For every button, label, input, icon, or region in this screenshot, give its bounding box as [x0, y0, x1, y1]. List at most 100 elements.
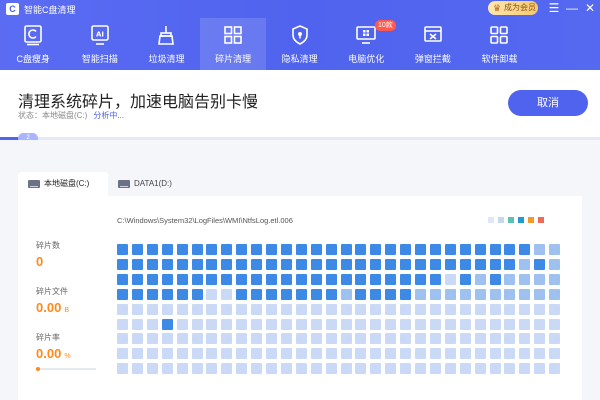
fragment-cell — [280, 303, 292, 315]
fragment-cell — [400, 348, 412, 360]
fragment-cell — [534, 333, 546, 345]
nav-label: 垃圾清理 — [148, 54, 185, 64]
fragment-cell — [385, 303, 397, 315]
fragment-cell — [385, 288, 397, 300]
nav-item-popup-block[interactable]: 弹窗拦截 — [400, 18, 467, 70]
title-bar: C 智能C盘清理 ♛ 成为会员 ☰ — ✕ — [0, 0, 600, 18]
close-icon[interactable]: ✕ — [584, 1, 596, 15]
nav-item-privacy-clean[interactable]: 隐私清理 — [266, 18, 333, 70]
fragment-cell — [295, 333, 307, 345]
fragment-cell — [221, 333, 233, 345]
fragment-cell — [266, 288, 277, 300]
fragment-cell — [355, 273, 367, 285]
ai-scan-icon: AI — [91, 25, 109, 45]
fragment-cell — [206, 333, 218, 345]
fragment-cell — [415, 348, 426, 360]
fragment-cell — [474, 273, 486, 285]
fragment-cell — [251, 363, 263, 375]
fragment-cell — [206, 288, 218, 300]
fragment-cell — [429, 363, 441, 375]
tab-label: DATA1(D:) — [134, 179, 172, 188]
fragment-cell — [459, 273, 471, 285]
tab-drive-d[interactable]: DATA1(D:) — [108, 172, 198, 196]
nav-item-uninstall[interactable]: 软件卸载 — [466, 18, 533, 70]
fragment-cell — [131, 258, 143, 270]
fragment-cell — [146, 258, 158, 270]
fragment-cell — [444, 273, 456, 285]
app-title: 智能C盘清理 — [24, 5, 76, 15]
nav-item-c-drive-slim[interactable]: C盘瘦身 — [0, 18, 67, 70]
fragment-cell — [474, 363, 486, 375]
cancel-button[interactable]: 取消 — [508, 90, 588, 116]
fragment-cell — [355, 303, 367, 315]
fragment-cell — [280, 273, 292, 285]
fragment-cell — [489, 244, 501, 255]
fragment-cell — [340, 363, 352, 375]
fragment-cell — [385, 363, 397, 375]
fragment-cell — [117, 333, 128, 345]
fragment-cell — [474, 258, 486, 270]
top-bar: C 智能C盘清理 ♛ 成为会员 ☰ — ✕ C盘瘦身 AI 智能扫描 垃圾清理 … — [0, 0, 600, 70]
fragment-cell — [131, 333, 143, 345]
fragment-cell — [534, 303, 546, 315]
fragment-cell — [504, 273, 516, 285]
fragment-cell — [400, 333, 412, 345]
fragment-cell — [415, 288, 426, 300]
fragment-cell — [117, 318, 128, 330]
fragment-cell — [161, 333, 173, 345]
fragment-cell — [355, 244, 367, 255]
fragment-cell — [534, 363, 546, 375]
menu-icon[interactable]: ☰ — [548, 1, 560, 15]
fragment-cell — [295, 363, 307, 375]
legend-swatch — [538, 217, 544, 223]
fragment-cell — [221, 244, 233, 255]
fragment-cell — [415, 258, 426, 270]
fragment-cell — [340, 258, 352, 270]
fragment-cell — [370, 288, 382, 300]
fragment-cell — [131, 363, 143, 375]
fragment-cell — [251, 318, 263, 330]
content-area: 本地磁盘(C:) DATA1(D:) C:\Windows\System32\L… — [0, 140, 600, 400]
nav-badge: 10款 — [374, 20, 396, 31]
fragment-cell — [266, 303, 277, 315]
fragment-cell — [325, 258, 337, 270]
fragment-cell — [280, 258, 292, 270]
fragment-cell — [176, 303, 188, 315]
status-action: 分析中... — [93, 111, 124, 120]
crown-icon: ♛ — [493, 3, 502, 13]
nav-label: 隐私清理 — [281, 54, 318, 64]
fragment-cell — [549, 363, 561, 375]
fragment-cell — [415, 244, 426, 255]
stat-value: 0.00% — [36, 346, 71, 361]
legend-swatch — [508, 217, 514, 223]
fragment-cell — [236, 333, 248, 345]
tab-drive-c[interactable]: 本地磁盘(C:) — [18, 172, 108, 196]
page-title: 清理系统碎片，加速电脑告别卡慢 — [18, 94, 259, 111]
vip-button[interactable]: ♛ 成为会员 — [488, 1, 538, 15]
minimize-icon[interactable]: — — [566, 1, 578, 15]
fragment-cell — [117, 258, 128, 270]
nav-item-pc-optimize[interactable]: 10款 电脑优化 — [333, 18, 400, 70]
fragment-cell — [325, 288, 337, 300]
nav-item-fragment-clean[interactable]: 碎片清理 — [199, 18, 267, 70]
nav-item-junk-clean[interactable]: 垃圾清理 — [133, 18, 200, 70]
fragment-cell — [355, 348, 367, 360]
fragment-cell — [221, 348, 233, 360]
fragment-cell — [310, 348, 322, 360]
apps-uninstall-icon — [490, 26, 509, 44]
fragment-map — [117, 244, 565, 380]
fragment-cell — [519, 348, 531, 360]
fragment-cell — [325, 363, 337, 375]
fragment-cell — [280, 318, 292, 330]
fragment-cell — [504, 318, 516, 330]
fragment-cell — [325, 303, 337, 315]
fragment-cell — [549, 303, 561, 315]
fragment-cell — [191, 244, 203, 255]
fragment-cell — [474, 303, 486, 315]
fragment-cell — [251, 258, 263, 270]
monitor-optimize-icon — [356, 26, 377, 44]
fragment-cell — [370, 244, 382, 255]
fragment-cell — [325, 318, 337, 330]
nav-item-ai-scan[interactable]: AI 智能扫描 — [67, 18, 134, 70]
privacy-shield-icon — [291, 25, 308, 45]
